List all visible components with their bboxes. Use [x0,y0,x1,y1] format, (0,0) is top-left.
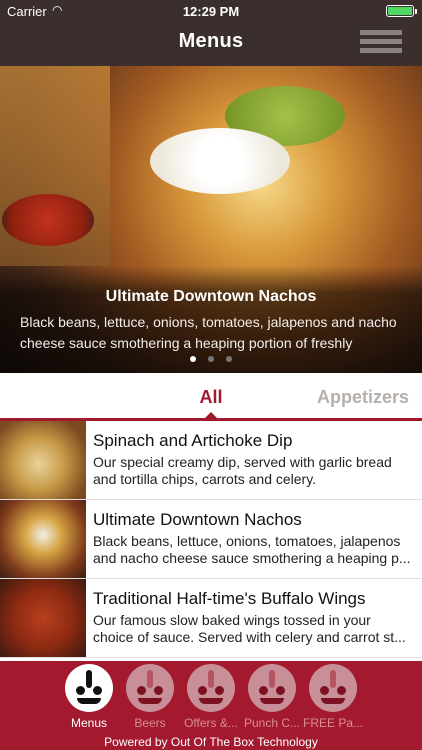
item-name: Spinach and Artichoke Dip [93,431,293,450]
page-indicator[interactable] [0,356,422,362]
item-description-line: and nacho cheese sauce smothering a heap… [93,550,411,566]
bottom-tab-label: Offers &... [184,716,238,730]
menu-list[interactable]: Spinach and Artichoke Dip Our special cr… [0,421,422,661]
list-item[interactable]: Traditional Half-time's Buffalo Wings Ou… [0,579,422,658]
item-thumbnail [0,500,86,578]
battery-icon [386,5,417,17]
bottom-tab-punch-card[interactable]: Punch C... [241,664,303,730]
page-title: Menus [178,30,244,52]
bottom-tab-menus[interactable]: Menus [58,664,120,730]
bottom-tab-label: Beers [134,716,166,730]
hamburger-icon[interactable] [360,30,402,56]
bottom-tab-offers[interactable]: Offers &... [180,664,242,730]
featured-carousel[interactable]: Ultimate Downtown Nachos Black beans, le… [0,66,422,373]
powered-by-footer: Powered by Out Of The Box Technology [104,735,318,749]
item-description-line: choice of sauce. Served with celery and … [93,629,406,645]
mascot-icon [187,664,235,712]
bottom-tab-free-pass[interactable]: FREE Pa... [302,664,364,730]
item-thumbnail [0,421,86,499]
item-description-line: and tortilla chips, carrots and celery. [93,471,317,487]
item-description: Our famous slow baked wings tossed in yo… [93,612,413,646]
mascot-icon [126,664,174,712]
page-dot[interactable] [208,356,214,362]
item-description-line: Our special creamy dip, served with garl… [93,454,392,470]
bottom-tab-label: Punch C... [243,716,301,730]
item-description: Our special creamy dip, served with garl… [93,454,413,488]
bottom-tab-label: FREE Pa... [302,716,364,730]
list-item[interactable]: Spinach and Artichoke Dip Our special cr… [0,421,422,500]
mascot-icon [65,664,113,712]
page-dot[interactable] [226,356,232,362]
item-description-line: Our famous slow baked wings tossed in yo… [93,612,371,628]
hero-description: Black beans, lettuce, onions, tomatoes, … [20,314,397,351]
hero-image-salsa [2,194,94,246]
bottom-tab-beers[interactable]: Beers [119,664,181,730]
status-time: 12:29 PM [182,4,240,19]
bottom-tab-label: Menus [70,716,108,730]
item-name: Ultimate Downtown Nachos [93,510,302,529]
tab-appetizers[interactable]: Appetizers [304,387,422,408]
active-tab-indicator [203,412,219,420]
item-description-line: Black beans, lettuce, onions, tomatoes, … [93,533,401,549]
list-item[interactable]: Ultimate Downtown Nachos Black beans, le… [0,500,422,579]
battery-level [388,7,412,15]
hero-title: Ultimate Downtown Nachos [105,288,317,305]
mascot-icon [248,664,296,712]
top-bar: Carrier ◠ 12:29 PM Menus [0,0,422,66]
item-description: Black beans, lettuce, onions, tomatoes, … [93,533,413,567]
item-thumbnail [0,579,86,657]
hero-image-sour-cream [150,128,290,194]
status-bar: Carrier ◠ 12:29 PM [0,0,422,22]
item-name: Traditional Half-time's Buffalo Wings [93,589,366,608]
tab-all[interactable]: All [186,387,236,408]
page-dot[interactable] [190,356,196,362]
mascot-icon [309,664,357,712]
